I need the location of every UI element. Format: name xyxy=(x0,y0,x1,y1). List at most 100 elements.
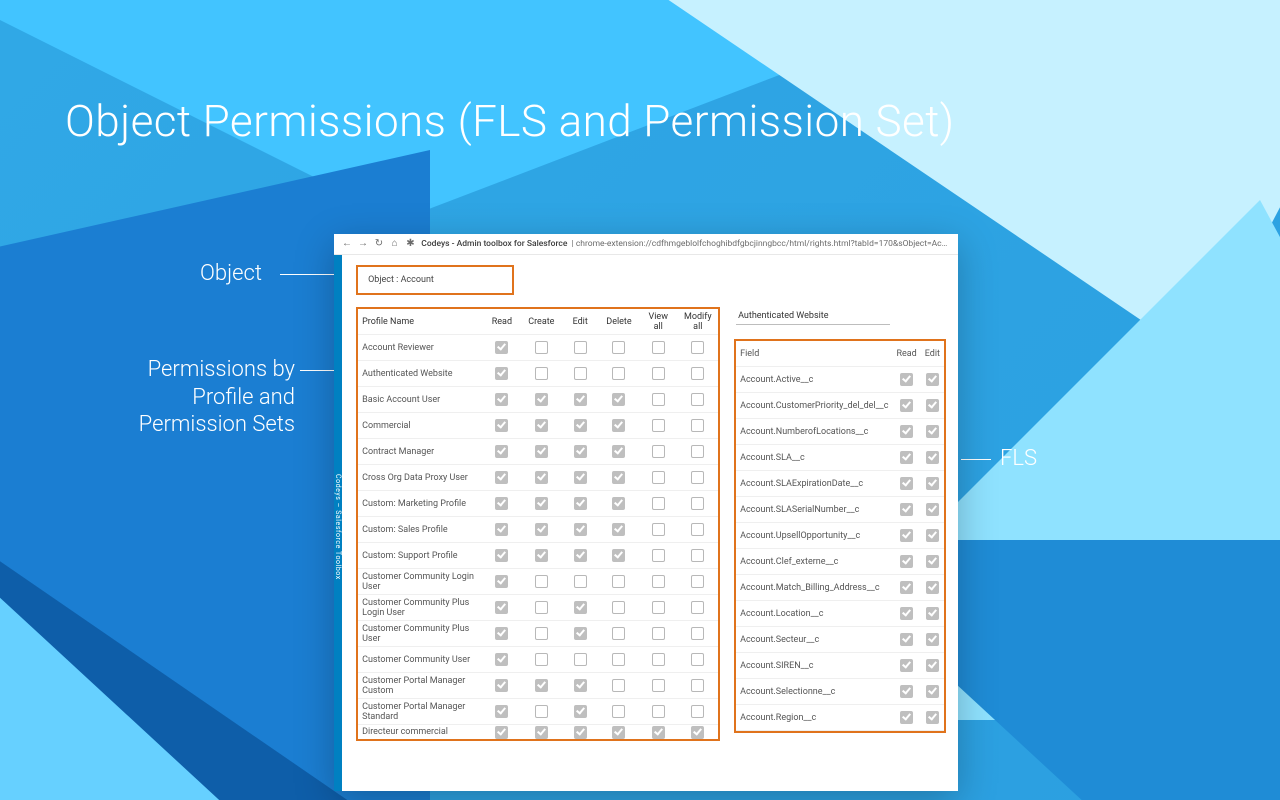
table-row[interactable]: Basic Account User xyxy=(358,387,718,413)
checkbox-icon[interactable] xyxy=(535,601,548,614)
checkbox-icon[interactable] xyxy=(900,711,913,724)
address-bar[interactable]: Codeys - Admin toolbox for Salesforce | … xyxy=(421,239,950,249)
checkbox-icon[interactable] xyxy=(652,341,665,354)
checkbox-icon[interactable] xyxy=(926,425,939,438)
checkbox-icon[interactable] xyxy=(900,607,913,620)
checkbox-icon[interactable] xyxy=(495,445,508,458)
checkbox-icon[interactable] xyxy=(900,399,913,412)
checkbox-icon[interactable] xyxy=(612,393,625,406)
checkbox-icon[interactable] xyxy=(926,451,939,464)
checkbox-icon[interactable] xyxy=(495,393,508,406)
fls-selected-profile[interactable]: Authenticated Website xyxy=(736,307,890,325)
checkbox-icon[interactable] xyxy=(535,471,548,484)
checkbox-icon[interactable] xyxy=(612,549,625,562)
checkbox-icon[interactable] xyxy=(652,575,665,588)
table-row[interactable]: Account.Region__c xyxy=(736,705,944,731)
checkbox-icon[interactable] xyxy=(495,497,508,510)
checkbox-icon[interactable] xyxy=(495,341,508,354)
checkbox-icon[interactable] xyxy=(900,373,913,386)
checkbox-icon[interactable] xyxy=(612,367,625,380)
checkbox-icon[interactable] xyxy=(926,399,939,412)
table-row[interactable]: Customer Portal Manager Standard xyxy=(358,699,718,725)
checkbox-icon[interactable] xyxy=(612,705,625,718)
table-row[interactable]: Customer Community Plus Login User xyxy=(358,595,718,621)
checkbox-icon[interactable] xyxy=(691,549,704,562)
nav-reload-icon[interactable]: ↻ xyxy=(374,239,384,249)
checkbox-icon[interactable] xyxy=(535,575,548,588)
checkbox-icon[interactable] xyxy=(926,529,939,542)
table-row[interactable]: Account.SIREN__c xyxy=(736,653,944,679)
checkbox-icon[interactable] xyxy=(691,341,704,354)
checkbox-icon[interactable] xyxy=(574,627,587,640)
checkbox-icon[interactable] xyxy=(574,419,587,432)
extension-rail[interactable]: Codeys – Salesforce Toolbox xyxy=(334,255,342,791)
checkbox-icon[interactable] xyxy=(535,523,548,536)
checkbox-icon[interactable] xyxy=(495,471,508,484)
checkbox-icon[interactable] xyxy=(495,705,508,718)
table-row[interactable]: Directeur commercial xyxy=(358,725,718,740)
checkbox-icon[interactable] xyxy=(612,726,625,739)
checkbox-icon[interactable] xyxy=(535,445,548,458)
checkbox-icon[interactable] xyxy=(612,497,625,510)
table-row[interactable]: Account.SLA__c xyxy=(736,445,944,471)
checkbox-icon[interactable] xyxy=(652,705,665,718)
table-row[interactable]: Customer Community Login User xyxy=(358,569,718,595)
checkbox-icon[interactable] xyxy=(612,341,625,354)
checkbox-icon[interactable] xyxy=(691,523,704,536)
checkbox-icon[interactable] xyxy=(691,679,704,692)
checkbox-icon[interactable] xyxy=(926,477,939,490)
checkbox-icon[interactable] xyxy=(535,341,548,354)
checkbox-icon[interactable] xyxy=(535,653,548,666)
nav-home-icon[interactable]: ⌂ xyxy=(390,239,400,249)
checkbox-icon[interactable] xyxy=(535,679,548,692)
checkbox-icon[interactable] xyxy=(900,555,913,568)
checkbox-icon[interactable] xyxy=(495,367,508,380)
checkbox-icon[interactable] xyxy=(900,633,913,646)
checkbox-icon[interactable] xyxy=(535,367,548,380)
checkbox-icon[interactable] xyxy=(691,419,704,432)
checkbox-icon[interactable] xyxy=(652,367,665,380)
table-row[interactable]: Authenticated Website xyxy=(358,361,718,387)
checkbox-icon[interactable] xyxy=(495,523,508,536)
table-row[interactable]: Account.NumberofLocations__c xyxy=(736,419,944,445)
table-row[interactable]: Customer Community User xyxy=(358,647,718,673)
checkbox-icon[interactable] xyxy=(691,393,704,406)
table-row[interactable]: Account.Secteur__c xyxy=(736,627,944,653)
checkbox-icon[interactable] xyxy=(612,575,625,588)
checkbox-icon[interactable] xyxy=(574,445,587,458)
nav-forward-icon[interactable]: → xyxy=(358,239,368,249)
checkbox-icon[interactable] xyxy=(900,451,913,464)
checkbox-icon[interactable] xyxy=(574,341,587,354)
checkbox-icon[interactable] xyxy=(574,549,587,562)
checkbox-icon[interactable] xyxy=(574,679,587,692)
checkbox-icon[interactable] xyxy=(652,523,665,536)
extension-icon[interactable]: ✱ xyxy=(406,239,416,249)
checkbox-icon[interactable] xyxy=(900,425,913,438)
checkbox-icon[interactable] xyxy=(900,581,913,594)
checkbox-icon[interactable] xyxy=(574,575,587,588)
checkbox-icon[interactable] xyxy=(652,726,665,739)
table-row[interactable]: Account.Location__c xyxy=(736,601,944,627)
table-row[interactable]: Account Reviewer xyxy=(358,335,718,361)
checkbox-icon[interactable] xyxy=(652,627,665,640)
table-row[interactable]: Custom: Support Profile xyxy=(358,543,718,569)
checkbox-icon[interactable] xyxy=(926,607,939,620)
checkbox-icon[interactable] xyxy=(574,497,587,510)
checkbox-icon[interactable] xyxy=(574,523,587,536)
table-row[interactable]: Commercial xyxy=(358,413,718,439)
checkbox-icon[interactable] xyxy=(926,659,939,672)
checkbox-icon[interactable] xyxy=(535,726,548,739)
table-row[interactable]: Custom: Marketing Profile xyxy=(358,491,718,517)
checkbox-icon[interactable] xyxy=(652,471,665,484)
checkbox-icon[interactable] xyxy=(652,679,665,692)
checkbox-icon[interactable] xyxy=(652,497,665,510)
checkbox-icon[interactable] xyxy=(574,705,587,718)
checkbox-icon[interactable] xyxy=(535,705,548,718)
checkbox-icon[interactable] xyxy=(900,503,913,516)
checkbox-icon[interactable] xyxy=(900,685,913,698)
checkbox-icon[interactable] xyxy=(691,575,704,588)
checkbox-icon[interactable] xyxy=(691,726,704,739)
checkbox-icon[interactable] xyxy=(574,653,587,666)
checkbox-icon[interactable] xyxy=(900,529,913,542)
checkbox-icon[interactable] xyxy=(535,497,548,510)
